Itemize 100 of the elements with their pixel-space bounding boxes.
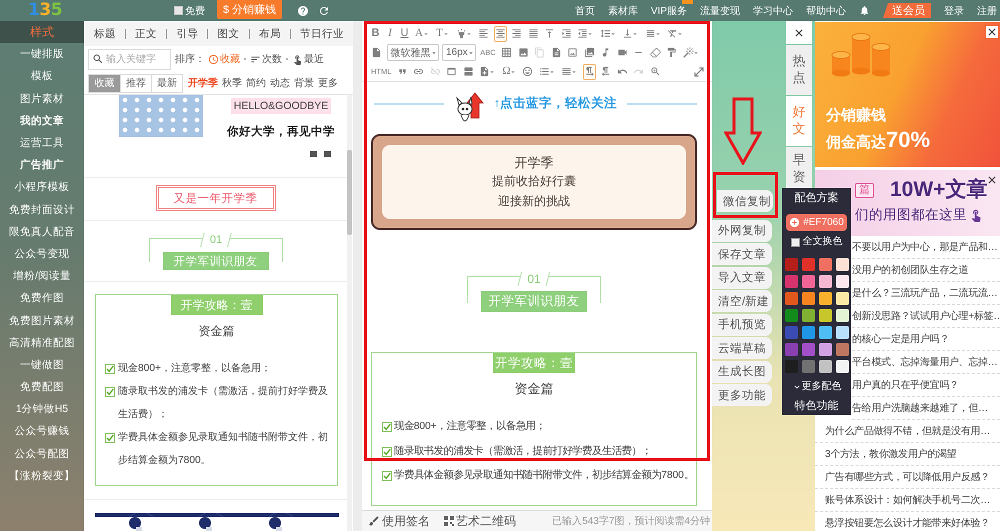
close-icon[interactable] xyxy=(986,174,998,186)
side-action-button[interactable]: 微信复制 xyxy=(717,190,773,212)
sidebar-item[interactable]: 增粉/阅读量 xyxy=(0,265,84,288)
swatch-icon[interactable] xyxy=(802,343,814,356)
promo-button[interactable]: $ 分销赚钱 xyxy=(217,0,282,19)
scrollbar-thumb[interactable] xyxy=(347,150,352,235)
sidebar-item[interactable]: 公众号赚钱 xyxy=(0,420,84,443)
swatch-icon[interactable] xyxy=(836,275,848,288)
category-tab[interactable]: 引导 xyxy=(176,26,198,40)
sort-option[interactable]: 收藏 xyxy=(208,52,240,66)
side-action-button[interactable]: 云端草稿 xyxy=(712,337,772,359)
article-link[interactable]: 账号体系设计：如何解决手机号二次… xyxy=(815,489,1000,512)
swatch-icon[interactable] xyxy=(784,275,798,288)
vertical-tab[interactable]: 热点 xyxy=(786,45,812,95)
sidebar-item[interactable]: 运营工具 xyxy=(0,132,84,154)
side-action-button[interactable]: 导入文章 xyxy=(712,266,772,288)
toolbar-button[interactable]: A xyxy=(414,26,430,42)
tag-link[interactable]: 秋季 xyxy=(222,76,242,90)
logo[interactable]: 135 xyxy=(28,0,62,21)
category-tab[interactable]: 标题 xyxy=(94,26,116,40)
toolbar-button[interactable]: B xyxy=(370,26,381,42)
nav-link[interactable]: VIP服务 xyxy=(650,4,687,18)
sidebar-item[interactable]: 广告推广 xyxy=(0,154,84,176)
sidebar-item[interactable]: 一键做图 xyxy=(0,354,84,376)
more-colors-link[interactable]: 更多配色 xyxy=(792,381,842,393)
sidebar-item[interactable]: 免费作图 xyxy=(0,287,84,310)
tag-link[interactable]: 背景 xyxy=(294,76,314,90)
category-tab[interactable]: 节日行业 xyxy=(300,26,344,40)
sidebar-item[interactable]: 高清精准配图 xyxy=(0,332,84,354)
refresh-icon[interactable] xyxy=(318,4,330,16)
swatch-icon[interactable] xyxy=(836,360,848,373)
swatch-icon[interactable] xyxy=(836,309,848,322)
article-link[interactable]: 为什么产品做得不错，但就是没有用… xyxy=(815,420,1000,443)
side-action-button[interactable]: 清空/新建 xyxy=(712,290,772,312)
nav-link[interactable]: 帮助中心 xyxy=(806,4,846,18)
swatch-icon[interactable] xyxy=(784,343,798,356)
swatch-icon[interactable] xyxy=(802,326,814,339)
article-link[interactable]: 悬浮按钮要怎么设计才能带来好体验？ xyxy=(815,512,1000,531)
category-tab[interactable]: 图文 xyxy=(218,26,240,40)
toolbar-button[interactable]: Ω xyxy=(500,64,518,80)
sidebar-item[interactable]: 我的文章 xyxy=(0,110,84,132)
swatch-icon[interactable] xyxy=(818,360,832,373)
article-link[interactable]: 告给用户洗脑越来越难了，但… xyxy=(852,397,1000,420)
recolor-all-checkbox[interactable]: 全文换色 xyxy=(790,236,842,248)
sort-option[interactable]: 最近 xyxy=(292,52,324,66)
swatch-icon[interactable] xyxy=(818,258,832,271)
swatch-icon[interactable] xyxy=(784,360,798,373)
sidebar-item[interactable]: 【涨粉裂变】 xyxy=(0,464,84,487)
tag-link[interactable]: 动态 xyxy=(270,76,290,90)
side-action-button[interactable]: 生成长图 xyxy=(712,360,772,382)
sidebar-item[interactable]: 样式 xyxy=(0,21,84,44)
gift-button[interactable]: 送会员 xyxy=(883,3,931,18)
swatch-icon[interactable] xyxy=(784,309,798,322)
swatch-icon[interactable] xyxy=(818,275,832,288)
toolbar-button[interactable]: I xyxy=(384,26,396,42)
sort-option[interactable]: 次数 xyxy=(250,52,282,66)
promo-banner[interactable]: 分销赚钱 佣金高达70% xyxy=(815,22,1000,167)
side-action-button[interactable]: 更多功能 xyxy=(712,384,772,406)
swatch-icon[interactable] xyxy=(836,258,848,271)
nav-link[interactable]: 素材库 xyxy=(608,4,638,18)
article-link[interactable]: 的核心一定是用户吗？ xyxy=(852,328,1000,351)
sidebar-item[interactable]: 免费图片素材 xyxy=(0,309,84,332)
sidebar-item[interactable]: 限免真人配音 xyxy=(0,220,84,243)
article-link[interactable]: 用户真的只在乎便宜吗？ xyxy=(852,374,1000,397)
close-button[interactable] xyxy=(786,21,812,44)
swatch-icon[interactable] xyxy=(802,360,814,373)
swatch-icon[interactable] xyxy=(836,343,848,356)
features-link[interactable]: 特色功能 xyxy=(794,399,838,413)
register-link[interactable]: 注册 xyxy=(977,4,997,18)
expand-icon[interactable] xyxy=(694,66,704,76)
login-link[interactable]: 登录 xyxy=(944,4,964,18)
sidebar-item[interactable]: 公众号变现 xyxy=(0,242,84,266)
swatch-icon[interactable] xyxy=(784,258,798,271)
vertical-tab[interactable]: 早资 xyxy=(786,147,812,190)
article-link[interactable]: 广告有哪些方式，可以降低用户反感？ xyxy=(815,466,1000,489)
article-link[interactable]: 没用户的初创团队生存之道 xyxy=(852,259,1000,282)
category-tab[interactable]: 正文 xyxy=(135,26,158,40)
signature-button[interactable]: 使用签名 xyxy=(368,512,430,530)
sidebar-item[interactable]: 免费封面设计 xyxy=(0,198,84,221)
sidebar-item[interactable]: 图片素材 xyxy=(0,88,84,110)
nav-link[interactable]: 首页 xyxy=(574,4,595,18)
swatch-icon[interactable] xyxy=(802,292,814,305)
filter-tab[interactable]: 收藏 xyxy=(89,74,120,92)
tag-link[interactable]: 更多 xyxy=(318,76,338,90)
swatch-icon[interactable] xyxy=(818,292,832,305)
sidebar-item[interactable]: 免费配图 xyxy=(0,376,84,398)
swatch-icon[interactable] xyxy=(836,292,848,305)
nav-link[interactable]: 学习中心 xyxy=(753,4,793,18)
toolbar-button[interactable]: T xyxy=(434,26,451,42)
article-link[interactable]: 不要以用户为中心，那是产品和… xyxy=(852,236,1000,259)
sidebar-item[interactable]: 模板 xyxy=(0,65,84,88)
current-color-button[interactable]: #EF7060 xyxy=(786,214,847,231)
tag-link[interactable]: 开学季 xyxy=(188,76,218,90)
toolbar-button[interactable] xyxy=(494,26,506,42)
swatch-icon[interactable] xyxy=(802,275,814,288)
article-link[interactable]: 平台模式、忘掉海量用户、忘掉… xyxy=(852,351,1000,374)
swatch-icon[interactable] xyxy=(836,326,848,339)
nav-link[interactable]: 流量变现 xyxy=(700,4,740,18)
side-action-button[interactable]: 手机预览 xyxy=(712,314,772,336)
swatch-icon[interactable] xyxy=(784,326,798,339)
